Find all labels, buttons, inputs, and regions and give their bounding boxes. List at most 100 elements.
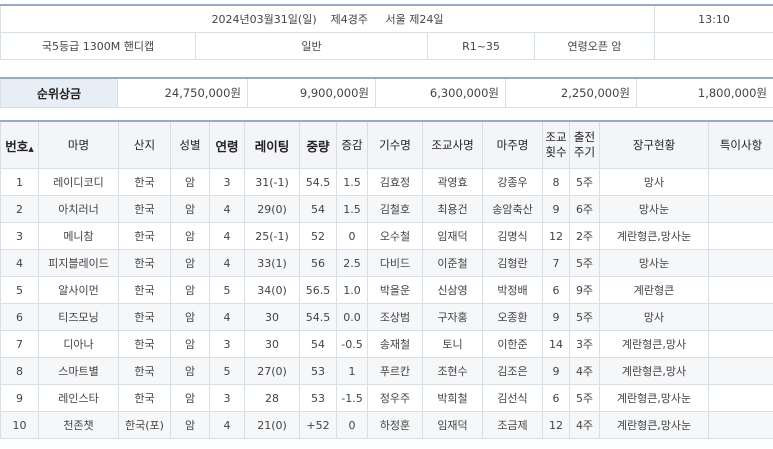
cell-rating: 21(0) (244, 411, 300, 439)
trainer-link[interactable]: 이준철 (422, 249, 483, 277)
horse-name-link[interactable]: 아치러너 (38, 195, 119, 223)
owner-link[interactable]: 강종우 (482, 168, 543, 196)
cell-training-count: 9 (542, 357, 570, 385)
horse-name-link[interactable]: 알사이먼 (38, 276, 119, 304)
cell-origin: 한국 (118, 330, 171, 358)
horse-name-link[interactable]: 레인스타 (38, 384, 119, 412)
cell-origin: 한국 (118, 276, 171, 304)
cell-age: 5 (209, 357, 245, 385)
cell-weight-change: 1.5 (336, 195, 368, 223)
table-row: 6 티즈모닝 한국 암 4 30 54.5 0.0 조상범 구자홍 오종환 9 … (0, 303, 773, 331)
owner-link[interactable]: 박정배 (482, 276, 543, 304)
cell-sex: 암 (170, 195, 210, 223)
jockey-link[interactable]: 김효정 (367, 168, 423, 196)
owner-link[interactable]: 김선식 (482, 384, 543, 412)
cell-notes (708, 249, 773, 277)
horse-name-link[interactable]: 피지블레이드 (38, 249, 119, 277)
header-name: 마명 (38, 120, 119, 169)
cell-weight: 54.5 (299, 168, 337, 196)
race-header: 2024년03월31일(일) 제4경주 서울 제24일 (0, 4, 656, 33)
horse-name-link[interactable]: 레이디코디 (38, 168, 119, 196)
cell-no: 1 (0, 168, 39, 196)
cell-no: 9 (0, 384, 39, 412)
cell-equipment: 망사 (599, 303, 709, 331)
cell-race-interval: 9주 (569, 276, 600, 304)
cell-weight: 52 (299, 222, 337, 250)
cell-equipment: 계란형큰,망사 (599, 357, 709, 385)
header-race-interval-line2: 주기 (573, 145, 596, 159)
owner-link[interactable]: 김형란 (482, 249, 543, 277)
cell-notes (708, 411, 773, 439)
trainer-link[interactable]: 박희철 (422, 384, 483, 412)
cell-sex: 암 (170, 276, 210, 304)
cell-origin: 한국 (118, 357, 171, 385)
sort-asc-icon: ▲ (28, 144, 34, 153)
jockey-link[interactable]: 푸르칸 (367, 357, 423, 385)
cell-origin: 한국 (118, 384, 171, 412)
owner-link[interactable]: 오종환 (482, 303, 543, 331)
prize-4th: 2,250,000원 (505, 77, 637, 108)
cell-rating: 29(0) (244, 195, 300, 223)
owner-link[interactable]: 김조은 (482, 357, 543, 385)
header-jockey: 기수명 (367, 120, 423, 169)
trainer-link[interactable]: 곽영효 (422, 168, 483, 196)
trainer-link[interactable]: 최용건 (422, 195, 483, 223)
horse-name-link[interactable]: 메니참 (38, 222, 119, 250)
cell-weight: 54 (299, 195, 337, 223)
jockey-link[interactable]: 하정훈 (367, 411, 423, 439)
cell-notes (708, 276, 773, 304)
header-race-interval: 출전 주기 (569, 120, 600, 169)
horse-name-link[interactable]: 디아나 (38, 330, 119, 358)
cell-sex: 암 (170, 303, 210, 331)
table-row: 5 알사이먼 한국 암 5 34(0) 56.5 1.0 박을운 신삼영 박정배… (0, 276, 773, 304)
cell-origin: 한국 (118, 222, 171, 250)
jockey-link[interactable]: 정우주 (367, 384, 423, 412)
owner-link[interactable]: 송암축산 (482, 195, 543, 223)
cell-weight-change: 0.0 (336, 303, 368, 331)
jockey-link[interactable]: 박을운 (367, 276, 423, 304)
cell-no: 5 (0, 276, 39, 304)
horse-name-link[interactable]: 천존챗 (38, 411, 119, 439)
jockey-link[interactable]: 조상범 (367, 303, 423, 331)
cell-age: 3 (209, 168, 245, 196)
race-date: 2024년03월31일(일) (211, 13, 317, 26)
race-empty-cell (654, 32, 773, 60)
cell-race-interval: 5주 (569, 303, 600, 331)
cell-race-interval: 5주 (569, 249, 600, 277)
jockey-link[interactable]: 오수철 (367, 222, 423, 250)
header-origin: 산지 (118, 120, 171, 169)
cell-rating: 25(-1) (244, 222, 300, 250)
race-type: 일반 (195, 32, 428, 60)
trainer-link[interactable]: 토니 (422, 330, 483, 358)
trainer-link[interactable]: 임재덕 (422, 411, 483, 439)
cell-origin: 한국 (118, 303, 171, 331)
cell-notes (708, 357, 773, 385)
jockey-link[interactable]: 송재철 (367, 330, 423, 358)
cell-weight: +52 (299, 411, 337, 439)
owner-link[interactable]: 김명식 (482, 222, 543, 250)
cell-rating: 27(0) (244, 357, 300, 385)
cell-no: 3 (0, 222, 39, 250)
owner-link[interactable]: 이한준 (482, 330, 543, 358)
header-sex: 성별 (170, 120, 210, 169)
cell-equipment: 계란형큰 (599, 276, 709, 304)
cell-race-interval: 2주 (569, 222, 600, 250)
header-training-count-line1: 조교 (545, 130, 567, 144)
prize-2nd: 9,900,000원 (247, 77, 376, 108)
cell-training-count: 9 (542, 195, 570, 223)
horse-name-link[interactable]: 티즈모닝 (38, 303, 119, 331)
cell-weight-change: 0 (336, 222, 368, 250)
trainer-link[interactable]: 구자홍 (422, 303, 483, 331)
jockey-link[interactable]: 김철호 (367, 195, 423, 223)
trainer-link[interactable]: 신삼영 (422, 276, 483, 304)
trainer-link[interactable]: 임재덕 (422, 222, 483, 250)
header-no-sort[interactable]: 번호▲ (0, 120, 39, 169)
cell-rating: 30 (244, 303, 300, 331)
table-row: 4 피지블레이드 한국 암 4 33(1) 56 2.5 다비드 이준철 김형란… (0, 249, 773, 277)
jockey-link[interactable]: 다비드 (367, 249, 423, 277)
owner-link[interactable]: 조금제 (482, 411, 543, 439)
cell-notes (708, 330, 773, 358)
horse-name-link[interactable]: 스마트별 (38, 357, 119, 385)
cell-age: 4 (209, 303, 245, 331)
trainer-link[interactable]: 조현수 (422, 357, 483, 385)
